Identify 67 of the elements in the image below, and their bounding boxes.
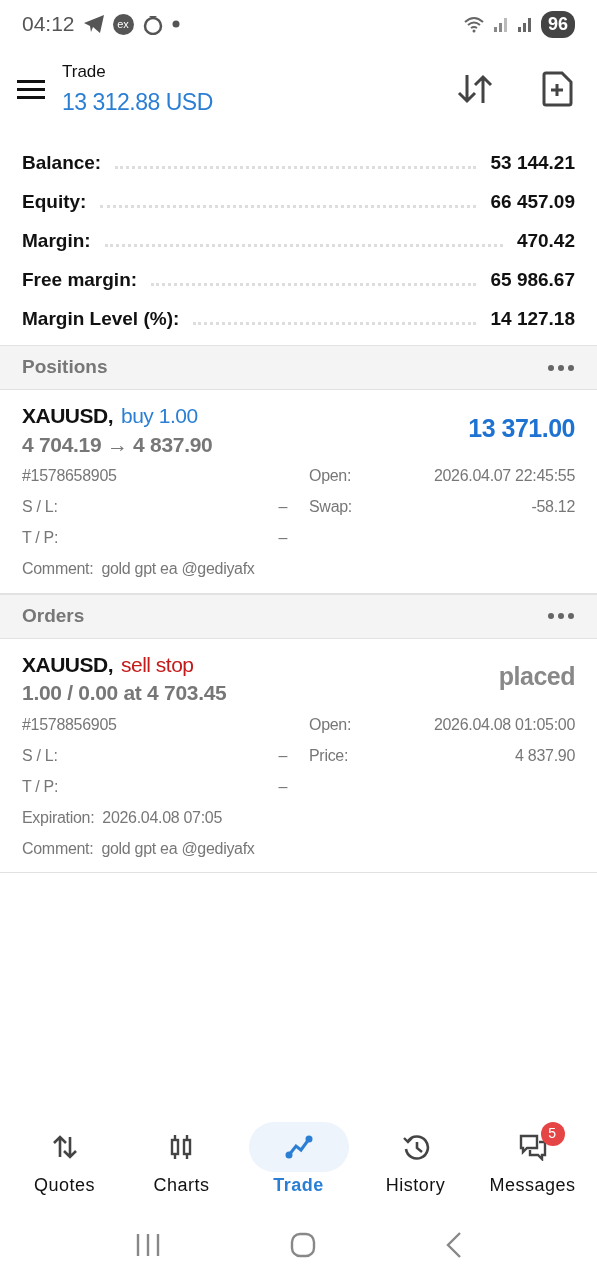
nav-tab[interactable]: Quotes [9,1121,120,1199]
summary-value: 470.42 [516,228,575,253]
summary-label: Balance: [22,150,102,175]
detail-label: T / P: [22,528,59,549]
detail-label: Open: [309,714,352,735]
symbol-name: XAUUSD, [22,651,113,678]
detail-value: gold gpt ea @gediyafx [101,559,255,580]
summary-label: Equity: [22,189,87,214]
detail-value: – [278,745,287,766]
summary-label: Margin: [22,228,91,253]
signal-icon [492,15,509,33]
new-order-icon[interactable] [541,71,573,107]
symbol-name: XAUUSD, [22,403,113,429]
detail-label: S / L: [22,497,58,518]
signal-icon [516,15,533,33]
detail-value: – [278,528,287,549]
detail-label: Price: [309,745,349,766]
detail-value: 2026.04.08 07:05 [102,807,223,828]
detail-value: 2026.04.07 22:45:55 [433,466,575,487]
result-value: placed [498,661,575,693]
summary-value: 66 457.09 [490,189,575,214]
balance-value: 13 312.88 USD [62,87,214,117]
battery-level: 96 [540,10,575,38]
detail-label: Comment: [22,559,94,580]
history-icon [401,1132,430,1161]
detail-value: #1578658905 [22,466,117,487]
wifi-icon [462,15,485,33]
more-icon[interactable] [547,612,575,621]
summary-label: Free margin: [22,267,138,292]
result-value: 13 371.00 [468,412,575,444]
nav-tab[interactable]: Charts [126,1121,237,1199]
sort-icon[interactable] [457,73,493,105]
nav-tab[interactable]: 5 Messages [477,1121,588,1199]
dot-icon [171,20,180,28]
summary-value: 14 127.18 [490,306,575,331]
trade-type: sell stop [121,651,194,678]
nav-tab[interactable]: History [360,1121,471,1199]
notification-badge: 5 [540,1121,565,1146]
summary-value: 53 144.21 [490,150,575,175]
price-info: 4 704.19 → 4 837.90 [22,431,213,457]
app-badge-icon: ex [112,13,134,35]
status-time: 04:12 [22,11,75,38]
chat-icon [518,1132,547,1161]
detail-value: gold gpt ea @gediyafx [101,838,255,859]
detail-label: S / L: [22,745,58,766]
screen-title: Trade [62,61,107,83]
detail-label: Swap: [309,497,352,518]
summary-label: Margin Level (%): [22,306,180,331]
detail-label: Expiration: [22,807,95,828]
detail-value: – [278,497,287,518]
section-title: Orders [22,603,85,628]
detail-label: Open: [309,466,352,487]
trade-type: buy 1.00 [121,403,198,429]
detail-label: Comment: [22,838,94,859]
more-icon[interactable] [547,363,575,372]
telegram-icon [82,14,105,34]
section-title: Positions [22,355,108,380]
detail-value: – [278,776,287,797]
detail-value: 4 837.90 [515,745,575,766]
detail-value: -58.12 [531,497,575,518]
detail-value: #1578856905 [22,714,117,735]
price-info: 1.00 / 0.00 at 4 703.45 [22,680,227,706]
summary-value: 65 986.67 [490,267,575,292]
home-icon[interactable] [288,1231,317,1259]
detail-value: 2026.04.08 01:05:00 [433,714,575,735]
menu-icon[interactable] [16,78,46,100]
detail-label: T / P: [22,776,59,797]
